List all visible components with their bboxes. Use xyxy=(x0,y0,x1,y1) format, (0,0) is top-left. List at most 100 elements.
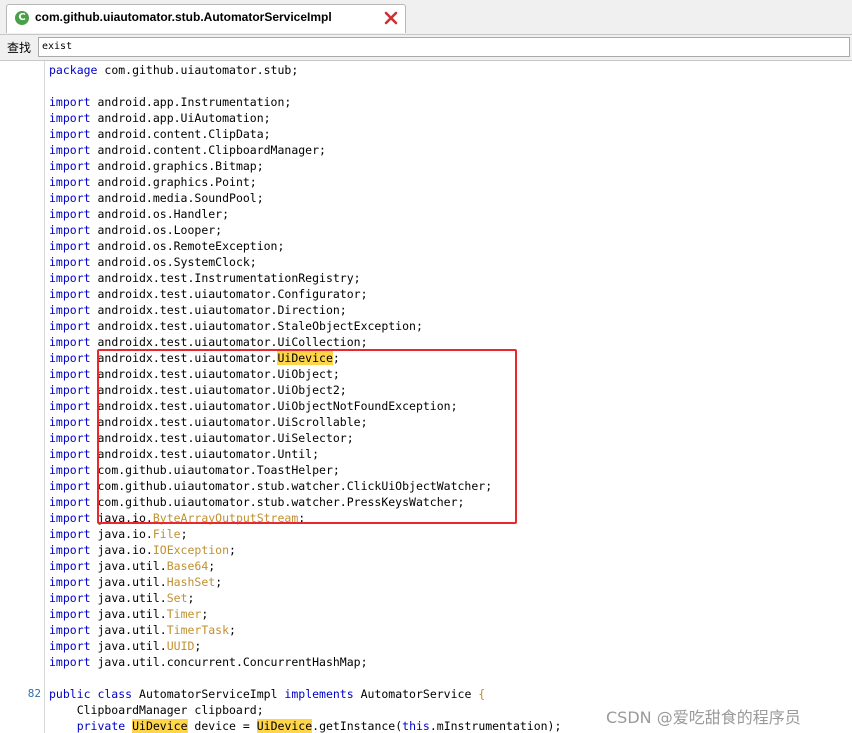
code-line[interactable]: import java.util.Timer; xyxy=(0,606,852,622)
code-token: java.util.concurrent.ConcurrentHashMap; xyxy=(90,655,368,669)
code-line[interactable]: import androidx.test.uiautomator.UiScrol… xyxy=(0,414,852,430)
code-text: import java.io.IOException; xyxy=(49,542,236,558)
code-line[interactable]: import androidx.test.uiautomator.Until; xyxy=(0,446,852,462)
close-icon[interactable] xyxy=(383,10,399,26)
code-text: import androidx.test.InstrumentationRegi… xyxy=(49,270,361,286)
code-line[interactable]: import com.github.uiautomator.stub.watch… xyxy=(0,494,852,510)
code-text: import androidx.test.uiautomator.UiScrol… xyxy=(49,414,368,430)
code-text: import java.util.Base64; xyxy=(49,558,215,574)
code-line[interactable]: import android.os.Handler; xyxy=(0,206,852,222)
code-token: androidx.test.uiautomator.UiScrollable; xyxy=(90,415,368,429)
code-token: androidx.test.InstrumentationRegistry; xyxy=(90,271,361,285)
code-line[interactable]: import androidx.test.uiautomator.UiObjec… xyxy=(0,382,852,398)
code-token: android.content.ClipData; xyxy=(90,127,271,141)
code-line[interactable]: import android.content.ClipboardManager; xyxy=(0,142,852,158)
code-line[interactable]: 82 public class AutomatorServiceImpl impl… xyxy=(0,686,852,702)
class-icon: C xyxy=(15,11,29,25)
keyword-token: import xyxy=(49,367,91,381)
keyword-token: import xyxy=(49,559,91,573)
keyword-token: import xyxy=(49,399,91,413)
class-token: TimerTask xyxy=(166,623,230,637)
code-line[interactable]: import androidx.test.uiautomator.UiColle… xyxy=(0,334,852,350)
code-line[interactable]: import androidx.test.uiautomator.Configu… xyxy=(0,286,852,302)
code-token: androidx.test.uiautomator.UiSelector; xyxy=(90,431,354,445)
code-token: java.util. xyxy=(90,559,167,573)
code-line[interactable]: import java.util.Base64; xyxy=(0,558,852,574)
code-text: import android.graphics.Point; xyxy=(49,174,257,190)
class-token: Base64 xyxy=(166,559,209,573)
code-token: android.app.UiAutomation; xyxy=(90,111,271,125)
code-line[interactable]: import androidx.test.uiautomator.UiSelec… xyxy=(0,430,852,446)
code-token: ; xyxy=(215,575,223,589)
code-line[interactable]: import java.util.concurrent.ConcurrentHa… xyxy=(0,654,852,670)
code-line[interactable]: import androidx.test.uiautomator.UiDevic… xyxy=(0,350,852,366)
code-token: device = xyxy=(187,719,257,733)
code-line[interactable]: import com.github.uiautomator.ToastHelpe… xyxy=(0,462,852,478)
code-text: import com.github.uiautomator.stub.watch… xyxy=(49,478,492,494)
search-match-token: UiDevice xyxy=(132,719,188,733)
code-text: import androidx.test.uiautomator.Directi… xyxy=(49,302,347,318)
code-line[interactable]: import android.graphics.Point; xyxy=(0,174,852,190)
code-token: android.graphics.Bitmap; xyxy=(90,159,264,173)
code-text: import android.os.Looper; xyxy=(49,222,222,238)
keyword-token: import xyxy=(49,479,91,493)
code-line[interactable]: import androidx.test.uiautomator.StaleOb… xyxy=(0,318,852,334)
code-token: com.github.uiautomator.stub; xyxy=(97,63,299,77)
code-line[interactable]: import com.github.uiautomator.stub.watch… xyxy=(0,478,852,494)
code-line[interactable]: import java.io.IOException; xyxy=(0,542,852,558)
code-line[interactable]: import androidx.test.uiautomator.Directi… xyxy=(0,302,852,318)
code-text: import android.content.ClipData; xyxy=(49,126,271,142)
code-line[interactable]: import android.os.SystemClock; xyxy=(0,254,852,270)
keyword-token: import xyxy=(49,351,91,365)
code-line[interactable]: import android.app.UiAutomation; xyxy=(0,110,852,126)
keyword-token: import xyxy=(49,175,91,189)
keyword-token: import xyxy=(49,415,91,429)
code-token: androidx.test.uiautomator.UiObject; xyxy=(90,367,340,381)
search-input[interactable]: exist xyxy=(38,37,850,57)
keyword-token: implements xyxy=(284,687,354,701)
code-line[interactable]: import android.media.SoundPool; xyxy=(0,190,852,206)
code-editor[interactable]: package com.github.uiautomator.stub; impo… xyxy=(0,61,852,733)
code-token: .mInstrumentation); xyxy=(429,719,562,733)
code-line[interactable]: import androidx.test.uiautomator.UiObjec… xyxy=(0,398,852,414)
code-line[interactable] xyxy=(0,670,852,686)
keyword-token: import xyxy=(49,607,91,621)
code-token: java.io. xyxy=(90,511,153,525)
code-token: ; xyxy=(332,351,340,365)
code-text: import androidx.test.uiautomator.StaleOb… xyxy=(49,318,423,334)
code-text: import androidx.test.uiautomator.UiObjec… xyxy=(49,398,458,414)
code-text: import java.io.ByteArrayOutputStream; xyxy=(49,510,305,526)
editor-tab-bar: C com.github.uiautomator.stub.AutomatorS… xyxy=(0,0,852,35)
keyword-token: import xyxy=(49,127,91,141)
code-line[interactable] xyxy=(0,78,852,94)
code-line[interactable]: import java.util.UUID; xyxy=(0,638,852,654)
keyword-token: import xyxy=(49,463,91,477)
code-line[interactable]: import android.os.RemoteException; xyxy=(0,238,852,254)
code-line[interactable]: package com.github.uiautomator.stub; xyxy=(0,62,852,78)
code-token: java.io. xyxy=(90,527,153,541)
code-line[interactable]: import androidx.test.uiautomator.UiObjec… xyxy=(0,366,852,382)
code-line[interactable]: import java.util.TimerTask; xyxy=(0,622,852,638)
code-line[interactable]: import android.app.Instrumentation; xyxy=(0,94,852,110)
code-text: import java.util.HashSet; xyxy=(49,574,222,590)
code-text: import android.os.Handler; xyxy=(49,206,229,222)
class-token: { xyxy=(478,687,486,701)
keyword-token: import xyxy=(49,431,91,445)
code-line[interactable]: import androidx.test.InstrumentationRegi… xyxy=(0,270,852,286)
code-line[interactable]: import java.io.ByteArrayOutputStream; xyxy=(0,510,852,526)
code-line[interactable]: import java.util.Set; xyxy=(0,590,852,606)
keyword-token: import xyxy=(49,319,91,333)
editor-tab[interactable]: C com.github.uiautomator.stub.AutomatorS… xyxy=(6,4,406,33)
code-line[interactable]: import android.os.Looper; xyxy=(0,222,852,238)
code-token: java.io. xyxy=(90,543,153,557)
keyword-token: import xyxy=(49,527,91,541)
code-text: import androidx.test.uiautomator.UiColle… xyxy=(49,334,368,350)
code-line[interactable]: import java.io.File; xyxy=(0,526,852,542)
code-text: import android.os.RemoteException; xyxy=(49,238,284,254)
code-line[interactable]: import android.graphics.Bitmap; xyxy=(0,158,852,174)
code-token: androidx.test.uiautomator.UiCollection; xyxy=(90,335,368,349)
class-token: UUID xyxy=(166,639,195,653)
code-line[interactable]: import java.util.HashSet; xyxy=(0,574,852,590)
code-line[interactable]: import android.content.ClipData; xyxy=(0,126,852,142)
keyword-token: import xyxy=(49,159,91,173)
